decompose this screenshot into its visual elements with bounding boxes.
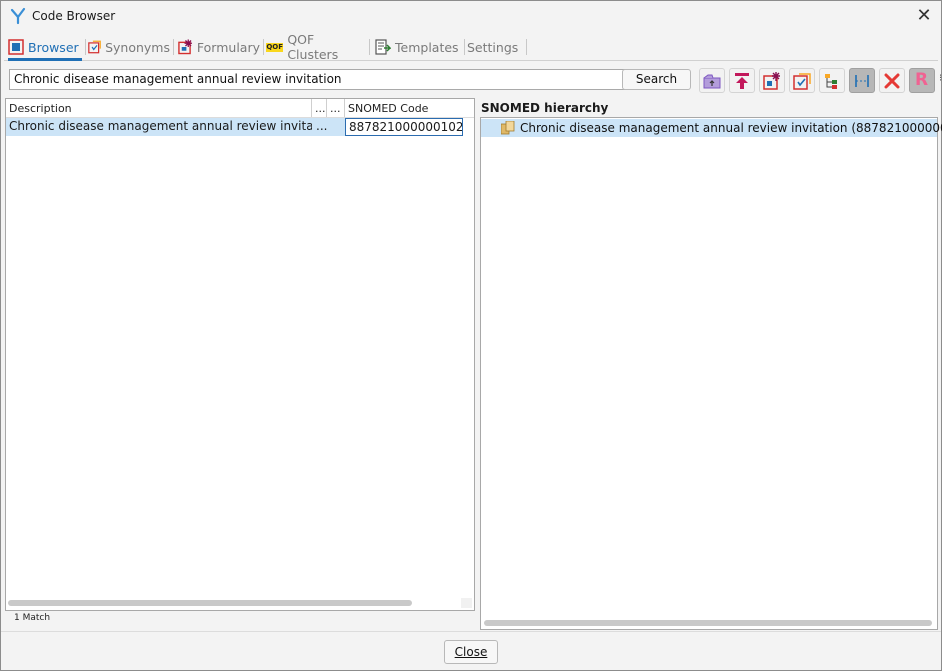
- tab-templates-label: Templates: [395, 39, 459, 55]
- column-header-description[interactable]: Description: [6, 99, 312, 117]
- hierarchy-horizontal-scrollbar[interactable]: [484, 620, 932, 626]
- match-count: 1 Match: [14, 613, 51, 623]
- tab-browser[interactable]: Browser: [8, 34, 86, 61]
- formulary-add-icon: [763, 72, 780, 90]
- formulary-add-button[interactable]: [759, 68, 785, 93]
- column-header-snomed-code[interactable]: SNOMED Code: [345, 99, 474, 117]
- tab-formulary[interactable]: Formulary: [178, 34, 264, 60]
- concept-icon: [501, 121, 515, 135]
- cell-extra-1[interactable]: ...: [312, 118, 345, 136]
- scrollbar-corner: [461, 598, 472, 608]
- tab-templates[interactable]: Templates: [375, 34, 465, 60]
- table-row[interactable]: Chronic disease management annual review…: [6, 118, 474, 136]
- delete-icon: [884, 73, 900, 89]
- search-button[interactable]: Search: [622, 69, 691, 90]
- tab-divider: [85, 39, 86, 55]
- browser-icon: [8, 39, 24, 55]
- move-up-button[interactable]: [699, 68, 725, 93]
- hierarchy-title: SNOMED hierarchy: [481, 101, 609, 115]
- column-header-extra-2[interactable]: ...: [327, 99, 345, 117]
- tab-qof-clusters-label: QOF Clusters: [287, 32, 339, 62]
- tree-item[interactable]: Chronic disease management annual review…: [481, 119, 942, 137]
- tree-item-label: Chronic disease management annual review…: [520, 121, 942, 135]
- templates-icon: [375, 39, 391, 55]
- columns-button[interactable]: [849, 68, 875, 93]
- move-top-icon: [735, 73, 749, 89]
- window-close-button[interactable]: ✕: [913, 5, 935, 27]
- move-top-button[interactable]: [729, 68, 755, 93]
- search-input[interactable]: Chronic disease management annual review…: [9, 69, 625, 90]
- close-button-label: Close: [454, 645, 488, 659]
- r-icon: R: [915, 70, 929, 90]
- title-bar: Code Browser ✕: [1, 1, 941, 31]
- qof-icon: QOF: [266, 43, 284, 52]
- tab-browser-label: Browser: [28, 39, 79, 55]
- code-browser-window: Code Browser ✕ Browser Synonyms Formular…: [0, 0, 942, 671]
- cell-snomed-code[interactable]: 887821000000102: [345, 118, 463, 136]
- formulary-icon: [178, 39, 192, 55]
- results-horizontal-scrollbar[interactable]: [8, 600, 412, 606]
- tab-settings-label: Settings: [467, 39, 519, 55]
- columns-icon: [855, 75, 869, 87]
- tab-bar: Browser Synonyms Formulary QOF QOF Clust…: [4, 32, 938, 62]
- tab-divider: [369, 39, 370, 55]
- move-up-icon: [703, 74, 721, 89]
- tab-divider: [464, 39, 465, 55]
- tab-qof-clusters[interactable]: QOF QOF Clusters: [266, 32, 370, 62]
- tab-divider: [173, 39, 174, 55]
- tab-formulary-label: Formulary: [196, 39, 260, 55]
- tab-synonyms[interactable]: Synonyms: [88, 34, 174, 60]
- footer-divider: [1, 631, 941, 632]
- active-tab-indicator: [8, 58, 82, 61]
- column-header-extra-1[interactable]: ...: [312, 99, 327, 117]
- tab-divider: [263, 39, 264, 55]
- results-grid: Description ... ... SNOMED Code Chronic …: [5, 98, 475, 611]
- tab-divider: [526, 39, 527, 55]
- hierarchy-icon: [825, 74, 837, 89]
- cell-description[interactable]: Chronic disease management annual review…: [6, 118, 312, 136]
- synonym-add-icon: [793, 73, 811, 90]
- delete-button[interactable]: [879, 68, 905, 93]
- synonym-add-button[interactable]: [789, 68, 815, 93]
- app-logo-icon: [10, 7, 26, 25]
- synonyms-icon: [88, 40, 101, 54]
- r-button[interactable]: R: [909, 68, 935, 93]
- results-grid-header: Description ... ... SNOMED Code: [6, 99, 474, 118]
- tab-synonyms-label: Synonyms: [105, 39, 170, 55]
- hierarchy-tree: Chronic disease management annual review…: [480, 117, 942, 630]
- tab-settings[interactable]: Settings: [467, 34, 527, 60]
- window-title: Code Browser: [32, 9, 116, 23]
- close-button[interactable]: Close: [444, 640, 498, 664]
- hierarchy-button[interactable]: [819, 68, 845, 93]
